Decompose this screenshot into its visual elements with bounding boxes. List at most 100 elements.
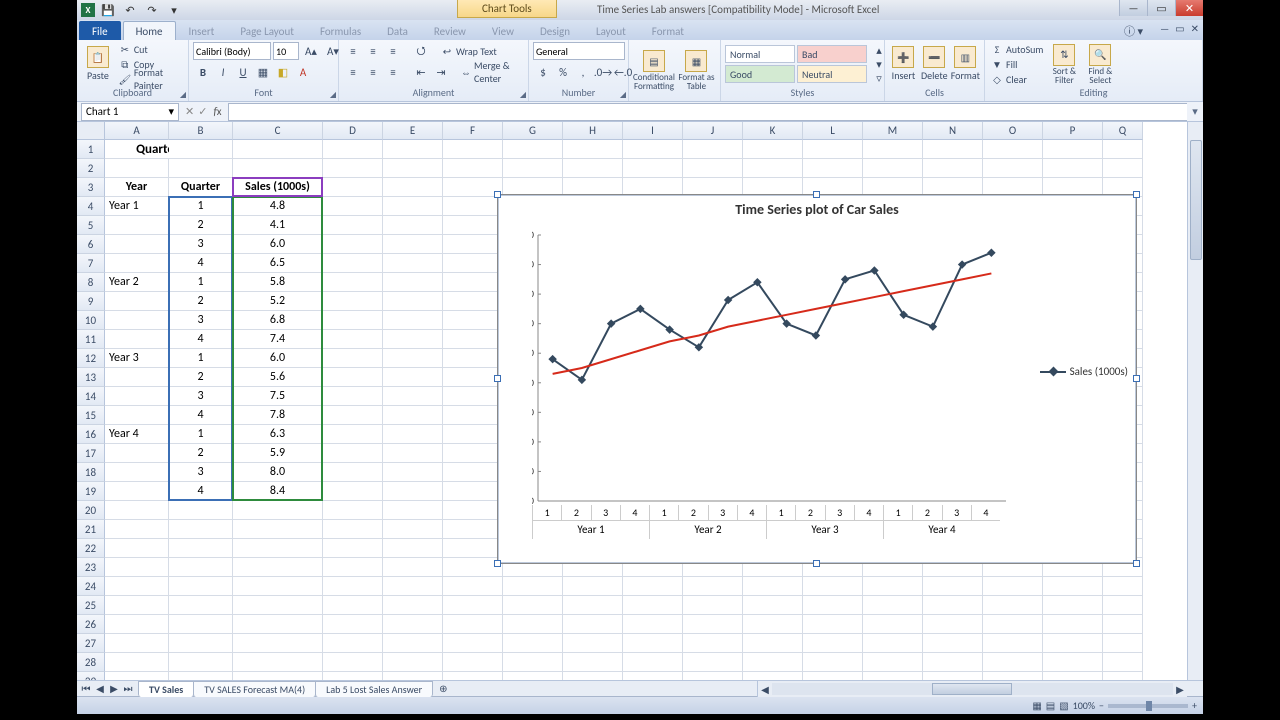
cell[interactable] [443,577,503,596]
cell[interactable] [323,463,383,482]
row-header[interactable]: 7 [77,254,105,273]
cell[interactable] [233,501,323,520]
new-sheet-icon[interactable]: ⊕ [439,682,447,695]
tab-view[interactable]: View [479,21,527,40]
cell[interactable] [983,615,1043,634]
expand-formula-bar-icon[interactable]: ▾ [1187,105,1203,118]
delete-cells-button[interactable]: ➖Delete [920,42,949,86]
cell[interactable] [1043,159,1103,178]
cell[interactable] [443,349,503,368]
cell[interactable] [1043,634,1103,653]
cell[interactable] [323,615,383,634]
cell[interactable] [169,558,233,577]
vertical-scrollbar[interactable] [1187,122,1203,680]
cell[interactable] [863,672,923,680]
cell[interactable] [383,501,443,520]
cell[interactable] [383,349,443,368]
cell[interactable] [443,463,503,482]
cell[interactable] [623,596,683,615]
cell[interactable]: Year 4 [105,425,169,444]
cell[interactable]: Sales (1000s) [233,178,323,197]
cell[interactable] [323,140,383,159]
cell[interactable]: 5.8 [233,273,323,292]
cell[interactable] [105,292,169,311]
cell[interactable] [105,672,169,680]
cell[interactable] [443,273,503,292]
minimize-button[interactable]: — [1119,0,1147,16]
row-header[interactable]: 29 [77,672,105,680]
cell[interactable] [105,615,169,634]
cell[interactable]: 3 [169,235,233,254]
cell[interactable] [323,387,383,406]
cell[interactable] [923,634,983,653]
cell[interactable] [1103,159,1143,178]
column-header[interactable]: N [923,122,983,140]
cell[interactable] [743,653,803,672]
cell[interactable] [383,368,443,387]
cell[interactable] [683,672,743,680]
cell[interactable] [683,653,743,672]
cell[interactable] [1043,596,1103,615]
column-header[interactable]: J [683,122,743,140]
cell[interactable] [983,634,1043,653]
chart-x-axis[interactable]: 1234123412341234Year 1Year 2Year 3Year 4 [532,505,1012,539]
cell[interactable] [743,672,803,680]
fill-button[interactable]: ▼Fill [989,57,1045,71]
comma-icon[interactable]: , [573,63,593,81]
cell[interactable] [983,596,1043,615]
cell[interactable] [105,368,169,387]
row-header[interactable]: 22 [77,539,105,558]
column-header[interactable]: G [503,122,563,140]
cell[interactable] [233,558,323,577]
cell[interactable] [323,254,383,273]
row-header[interactable]: 25 [77,596,105,615]
dialog-launcher-icon[interactable]: ◢ [620,90,626,100]
qat-save-icon[interactable]: 💾 [99,3,117,17]
cell[interactable] [503,672,563,680]
column-header[interactable]: B [169,122,233,140]
cell[interactable]: 2 [169,444,233,463]
cell[interactable] [169,539,233,558]
font-name-combo[interactable] [193,42,271,60]
sheet-nav-prev-icon[interactable]: ◀ [93,682,107,695]
cell[interactable] [105,330,169,349]
cell[interactable] [1043,653,1103,672]
cell[interactable] [563,615,623,634]
cell[interactable] [323,197,383,216]
cell[interactable] [383,292,443,311]
chart-legend[interactable]: Sales (1000s) [1040,365,1128,378]
cell[interactable] [383,406,443,425]
row-header[interactable]: 24 [77,577,105,596]
cell[interactable] [923,653,983,672]
font-size-combo[interactable] [273,42,299,60]
cell[interactable]: 4 [169,406,233,425]
view-pagebreak-icon[interactable]: ▧ [1059,699,1068,712]
cell[interactable] [983,672,1043,680]
row-header[interactable]: 15 [77,406,105,425]
cell[interactable] [683,596,743,615]
cell[interactable] [105,463,169,482]
cell[interactable] [443,292,503,311]
row-header[interactable]: 11 [77,330,105,349]
cell[interactable]: 4 [169,254,233,273]
cell[interactable] [383,425,443,444]
tab-layout[interactable]: Layout [583,21,639,40]
cell[interactable] [803,577,863,596]
cell[interactable] [233,672,323,680]
conditional-formatting-button[interactable]: ▤Conditional Formatting [633,49,675,93]
cell[interactable] [623,159,683,178]
cell[interactable]: 6.5 [233,254,323,273]
cell[interactable] [105,444,169,463]
row-header[interactable]: 17 [77,444,105,463]
align-middle-icon[interactable]: ≡ [363,42,383,60]
view-layout-icon[interactable]: ▤ [1046,699,1055,712]
cell[interactable] [983,159,1043,178]
cell[interactable] [105,520,169,539]
cell[interactable] [233,615,323,634]
align-bottom-icon[interactable]: ≡ [383,42,403,60]
autosum-button[interactable]: ΣAutoSum [989,42,1045,56]
underline-button[interactable]: U [233,63,253,81]
cell[interactable]: 2 [169,216,233,235]
formula-input[interactable] [228,103,1187,121]
increase-indent-icon[interactable]: ⇥ [431,63,451,81]
